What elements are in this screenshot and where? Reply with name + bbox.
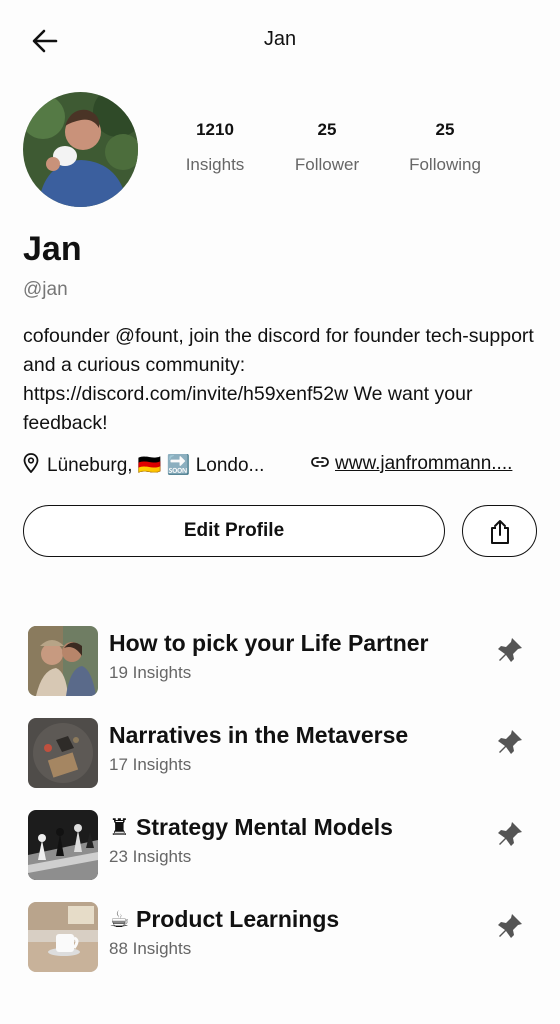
location: Lüneburg, 🇩🇪 🔜 Londo... (23, 453, 298, 477)
top-bar: Jan (0, 0, 560, 82)
collection-title: ☕ Product Learnings (109, 906, 340, 932)
website-link[interactable]: www.janfrommann.... (311, 453, 536, 475)
pushpin-icon (498, 822, 522, 846)
edit-profile-button[interactable]: Edit Profile (23, 505, 445, 557)
pin-button[interactable] (494, 634, 526, 666)
share-icon (491, 520, 509, 544)
profile-name: Jan (23, 230, 82, 268)
website-url: www.janfrommann.... (335, 453, 513, 474)
stat-label: Insights (185, 155, 245, 174)
stat-insights[interactable]: 1210 Insights (155, 120, 275, 175)
stat-value: 25 (435, 120, 455, 139)
profile-handle: @jan (23, 279, 68, 300)
collection-item[interactable]: Narratives in the Metaverse 17 Insights (0, 712, 560, 792)
stat-value: 1210 (196, 120, 234, 139)
collection-title: How to pick your Life Partner (109, 630, 429, 656)
pin-button[interactable] (494, 910, 526, 942)
profile-bio: cofounder @fount, join the discord for f… (23, 325, 534, 434)
collection-title: Narratives in the Metaverse (109, 722, 409, 748)
location-text: Lüneburg, 🇩🇪 🔜 Londo... (47, 455, 265, 476)
pushpin-icon (498, 914, 522, 938)
share-button[interactable] (462, 505, 537, 557)
collection-count: 88 Insights (109, 939, 192, 958)
page-title: Jan (263, 28, 297, 50)
collection-thumbnail (28, 902, 98, 972)
collection-thumbnail (28, 810, 98, 880)
collection-count: 17 Insights (109, 755, 192, 774)
stat-value: 25 (317, 120, 337, 139)
avatar[interactable] (23, 92, 138, 207)
collection-count: 19 Insights (109, 663, 192, 682)
collection-thumbnail (28, 626, 98, 696)
profile-meta-row: Lüneburg, 🇩🇪 🔜 Londo... www.janfrommann.… (23, 453, 543, 483)
collection-item[interactable]: ☕ Product Learnings 88 Insights (0, 896, 560, 976)
link-icon (311, 457, 329, 467)
collection-title: ♜ Strategy Mental Models (109, 814, 393, 840)
pushpin-icon (498, 730, 522, 754)
stat-label: Following (409, 155, 481, 174)
stat-following[interactable]: 25 Following (385, 120, 505, 175)
pushpin-icon (498, 638, 522, 662)
collection-thumbnail (28, 718, 98, 788)
location-pin-icon (23, 453, 39, 473)
collection-item[interactable]: How to pick your Life Partner 19 Insight… (0, 620, 560, 700)
pin-button[interactable] (494, 818, 526, 850)
pin-button[interactable] (494, 726, 526, 758)
stat-follower[interactable]: 25 Follower (267, 120, 387, 175)
collection-count: 23 Insights (109, 847, 192, 866)
stat-label: Follower (294, 155, 360, 174)
collection-item[interactable]: ♜ Strategy Mental Models 23 Insights (0, 804, 560, 884)
